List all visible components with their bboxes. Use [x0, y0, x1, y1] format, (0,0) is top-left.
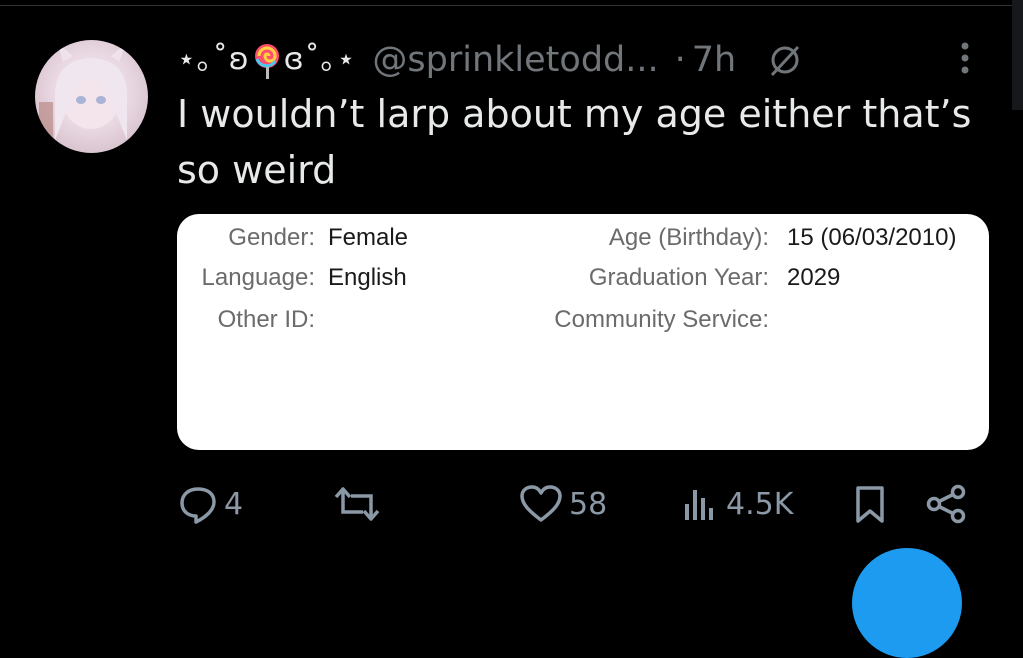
author-handle[interactable]: @sprinkletodd...: [372, 30, 658, 90]
grok-icon[interactable]: [768, 43, 802, 77]
lollipop-icon: [254, 43, 279, 79]
tweet-text-line-1: I wouldn’t larp about my age either that…: [177, 92, 972, 136]
bookmark-button[interactable]: [852, 484, 888, 524]
retweet-icon: [334, 487, 380, 521]
retweet-button[interactable]: [333, 484, 381, 524]
tweet-text: I wouldn’t larp about my age either that…: [177, 86, 997, 198]
age-value: 15 (06/03/2010): [787, 224, 957, 251]
reply-icon: [180, 487, 216, 524]
other-id-label: Other ID:: [217, 306, 315, 333]
views-count: 4.5K: [726, 486, 794, 522]
community-service-label: Community Service:: [554, 306, 769, 333]
graduation-label: Graduation Year:: [588, 264, 769, 291]
timestamp[interactable]: 7h: [692, 30, 736, 90]
scrollbar-edge: [1012, 0, 1023, 110]
tweet-header: ⋆｡˚ʚ ɞ˚｡⋆ @sprinkletodd... · 7h: [177, 30, 802, 90]
views-button[interactable]: 4.5K: [680, 484, 793, 524]
bookmark-icon: [856, 486, 884, 523]
gender-value: Female: [328, 224, 409, 251]
share-button[interactable]: [924, 484, 968, 524]
avatar[interactable]: [35, 40, 148, 153]
views-icon: [685, 490, 713, 520]
like-button[interactable]: 58: [519, 484, 607, 524]
top-divider: [0, 5, 1023, 6]
display-name[interactable]: ⋆｡˚ʚ ɞ˚｡⋆: [177, 30, 356, 90]
language-label: Language:: [201, 264, 315, 291]
reply-count: 4: [224, 486, 244, 522]
language-value: English: [328, 264, 407, 291]
action-bar: 4 58 4.5K: [0, 470, 1023, 540]
gender-label: Gender:: [228, 224, 315, 251]
separator-dot: ·: [674, 40, 686, 80]
attached-image-card[interactable]: Gender: Female Language: English Other I…: [177, 214, 989, 450]
reply-button[interactable]: 4: [178, 484, 243, 524]
like-count: 58: [569, 486, 608, 522]
age-label: Age (Birthday):: [608, 224, 769, 251]
like-icon: [520, 485, 562, 522]
compose-button[interactable]: [852, 548, 962, 658]
share-icon: [926, 484, 966, 524]
graduation-value: 2029: [787, 264, 841, 291]
tweet-text-line-2: so weird: [177, 148, 337, 192]
more-icon[interactable]: [955, 40, 975, 80]
